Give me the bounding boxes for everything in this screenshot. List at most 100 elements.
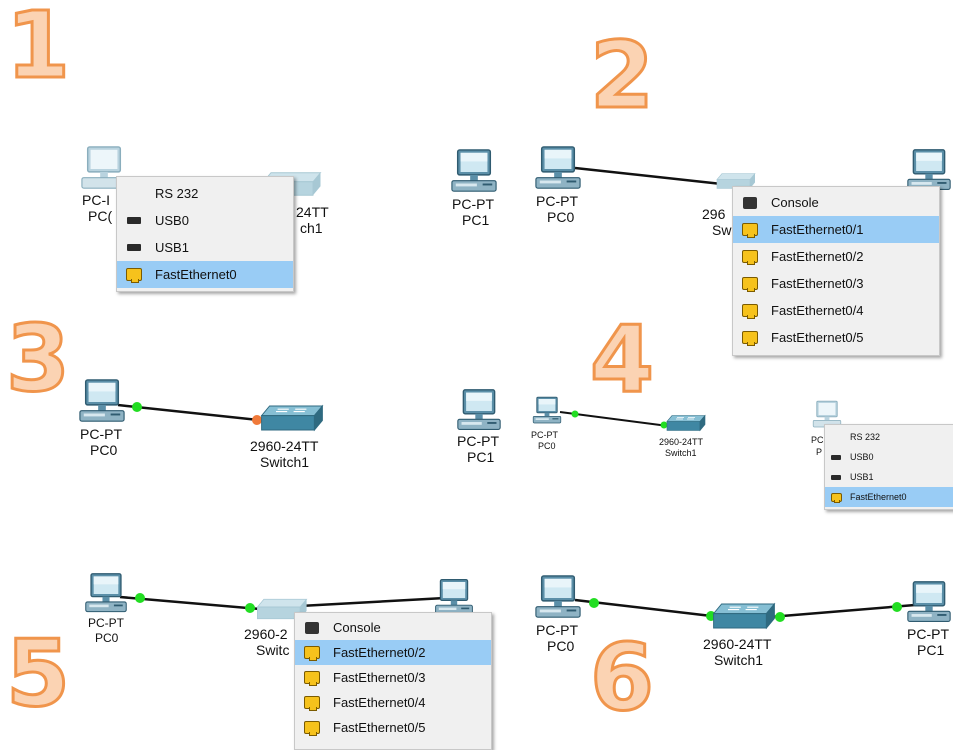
ethernet-port-icon <box>303 671 321 686</box>
cable-step5a <box>119 595 261 611</box>
cable-step6a <box>574 598 721 619</box>
menu-item-label: FastEthernet0/4 <box>333 695 426 710</box>
switch-name-label: Switch1 <box>260 454 310 470</box>
link-light-switch-right-step6 <box>775 612 785 622</box>
pc-name-label: P <box>816 447 823 457</box>
step-number-3: 3 <box>4 305 71 412</box>
cable-step4 <box>559 411 669 427</box>
usb-port-icon <box>125 217 143 224</box>
pc0-name-label: PC0 <box>95 631 119 645</box>
switch-port-menu[interactable]: Console FastEthernet0/1 FastEthernet0/2 … <box>732 186 940 356</box>
switch-model-label: 2960-2 <box>244 626 288 642</box>
menu-item-label: FastEthernet0/1 <box>771 222 864 237</box>
switch-icon[interactable] <box>666 414 706 432</box>
ethernet-port-icon <box>741 277 759 292</box>
menu-item-fastethernet0-3[interactable]: FastEthernet0/3 <box>295 665 491 690</box>
pc-port-menu[interactable]: RS 232 USB0 USB1 FastEthernet0 <box>824 424 953 510</box>
menu-item-console[interactable]: Console <box>295 615 491 640</box>
pc0-name-label: PC( <box>88 208 113 224</box>
menu-item-fastethernet0-5[interactable]: FastEthernet0/5 <box>733 324 939 351</box>
pc-icon[interactable] <box>450 148 498 196</box>
menu-item-label: FastEthernet0 <box>155 267 237 282</box>
pc-icon[interactable] <box>84 572 128 616</box>
menu-item-usb0[interactable]: USB0 <box>825 447 953 467</box>
step-number-1: 1 <box>4 0 71 99</box>
menu-item-label: FastEthernet0/2 <box>771 249 864 264</box>
menu-item-fastethernet0-1[interactable]: FastEthernet0/1 <box>733 216 939 243</box>
switch-icon[interactable] <box>712 602 776 630</box>
ethernet-port-icon <box>303 646 321 661</box>
menu-item-fastethernet0-2[interactable]: FastEthernet0/2 <box>733 243 939 270</box>
menu-item-label: USB1 <box>850 472 874 482</box>
link-light-switch-step5 <box>245 603 255 613</box>
pc0-type-label: PC-PT <box>531 430 558 440</box>
ethernet-port-icon <box>741 250 759 265</box>
pc1-type-label: PC-PT <box>452 196 494 212</box>
pc-icon[interactable] <box>906 580 952 626</box>
switch-model-label: 296 <box>702 206 726 222</box>
pc0-name-label: PC0 <box>90 442 118 458</box>
pc-icon[interactable] <box>78 378 126 426</box>
pc0-name-label: PC0 <box>547 638 575 654</box>
menu-item-fastethernet0-2[interactable]: FastEthernet0/2 <box>295 640 491 665</box>
ethernet-port-icon <box>741 331 759 346</box>
menu-item-rs232[interactable]: RS 232 <box>825 427 953 447</box>
switch-name-label: Switch1 <box>714 652 764 668</box>
pc0-name-label: PC0 <box>538 441 556 451</box>
switch-port-menu[interactable]: Console FastEthernet0/2 FastEthernet0/3 … <box>294 612 492 750</box>
ethernet-port-icon <box>830 492 842 503</box>
menu-item-rs232[interactable]: RS 232 <box>117 180 293 207</box>
ethernet-port-icon <box>303 696 321 711</box>
menu-item-fastethernet0[interactable]: FastEthernet0 <box>117 261 293 288</box>
menu-item-usb1[interactable]: USB1 <box>825 467 953 487</box>
menu-item-usb1[interactable]: USB1 <box>117 234 293 261</box>
menu-item-label: Console <box>333 620 381 635</box>
menu-item-label: FastEthernet0 <box>850 492 907 502</box>
step-number-6: 6 <box>588 624 655 731</box>
menu-item-fastethernet0-3[interactable]: FastEthernet0/3 <box>733 270 939 297</box>
menu-item-label: FastEthernet0/3 <box>333 670 426 685</box>
pc1-name-label: PC1 <box>917 642 945 658</box>
link-light-pc0-step5 <box>135 593 145 603</box>
step-number-4: 4 <box>588 306 655 413</box>
link-light-pc1-step6 <box>892 602 902 612</box>
switch-icon[interactable] <box>260 404 324 432</box>
menu-item-label: FastEthernet0/5 <box>333 720 426 735</box>
usb-port-icon <box>830 474 842 480</box>
step-number-5: 5 <box>4 620 71 727</box>
switch-name-label: ch1 <box>300 220 323 236</box>
ethernet-port-icon <box>303 721 321 736</box>
usb-port-icon <box>125 244 143 251</box>
menu-item-fastethernet0-4[interactable]: FastEthernet0/4 <box>733 297 939 324</box>
pc-icon[interactable] <box>534 145 582 193</box>
switch-model-label: 24TT <box>296 204 329 220</box>
step-number-2: 2 <box>588 22 655 129</box>
pc1-type-label: PC-PT <box>907 626 949 642</box>
menu-item-fastethernet0-5[interactable]: FastEthernet0/5 <box>295 715 491 740</box>
switch-name-label: Switc <box>256 642 290 658</box>
pc-icon[interactable] <box>532 396 562 426</box>
pc-type-label: PC <box>811 435 824 445</box>
menu-item-fastethernet0[interactable]: FastEthernet0 <box>825 487 953 507</box>
menu-item-label: FastEthernet0/3 <box>771 276 864 291</box>
menu-item-usb0[interactable]: USB0 <box>117 207 293 234</box>
menu-item-label: USB0 <box>850 452 874 462</box>
menu-item-label: FastEthernet0/2 <box>333 645 426 660</box>
link-light-pc0-step4 <box>571 410 579 418</box>
ethernet-port-icon <box>741 304 759 319</box>
pc0-type-label: PC-PT <box>536 622 578 638</box>
menu-item-label: RS 232 <box>850 432 881 442</box>
menu-item-label: USB0 <box>155 213 189 228</box>
cable-step5b <box>299 596 446 608</box>
usb-port-icon <box>830 454 842 460</box>
switch-model-label: 2960-24TT <box>250 438 319 454</box>
switch-name-label: Sw <box>712 222 732 238</box>
menu-item-label: FastEthernet0/4 <box>771 303 864 318</box>
pc-icon[interactable] <box>534 574 582 622</box>
pc-port-menu[interactable]: RS 232 USB0 USB1 FastEthernet0 <box>116 176 294 292</box>
menu-item-fastethernet0-4[interactable]: FastEthernet0/4 <box>295 690 491 715</box>
switch-model-label: 2960-24TT <box>703 636 772 652</box>
switch-name-label: Switch1 <box>665 448 697 458</box>
pc-icon[interactable] <box>456 388 502 434</box>
menu-item-console[interactable]: Console <box>733 189 939 216</box>
